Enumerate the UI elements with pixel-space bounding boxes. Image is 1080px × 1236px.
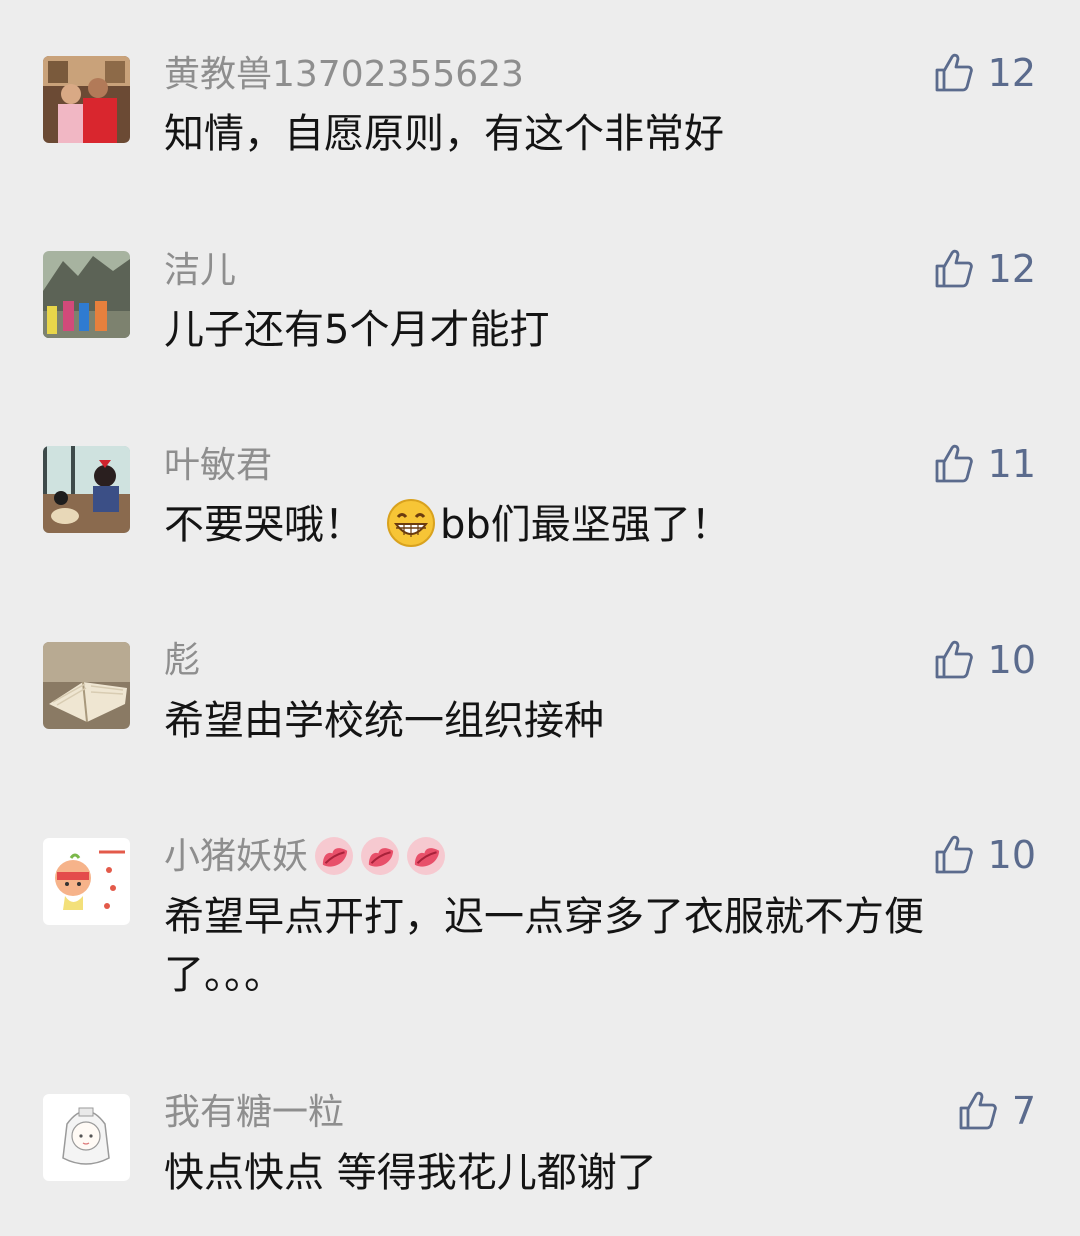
grinning-face-icon xyxy=(386,498,436,563)
comment-text: 快点快点 等得我花儿都谢了 xyxy=(164,1150,657,1196)
comment-text: 不要哭哦！ bb们最坚强了！ xyxy=(164,497,1024,563)
like-button[interactable]: 7 xyxy=(958,1089,1036,1133)
like-count: 12 xyxy=(987,247,1036,291)
thumbs-up-icon xyxy=(934,249,974,289)
like-button[interactable]: 12 xyxy=(934,247,1036,291)
like-button[interactable]: 10 xyxy=(934,638,1036,682)
thumbs-up-icon xyxy=(958,1091,998,1131)
thumbs-up-icon xyxy=(934,53,974,93)
username-text: 小猪妖妖 xyxy=(164,836,309,877)
avatar[interactable] xyxy=(43,642,130,729)
comment-text-part: bb们最坚强了！ xyxy=(440,502,731,548)
comment-text: 希望由学校统一组织接种 xyxy=(164,698,604,744)
username[interactable]: 叶敏君 xyxy=(164,446,272,486)
thumbs-up-icon xyxy=(934,640,974,680)
like-count: 7 xyxy=(1011,1089,1036,1133)
like-button[interactable]: 11 xyxy=(934,442,1036,486)
comment-text-part: 不要哭哦！ xyxy=(164,502,364,548)
avatar[interactable] xyxy=(43,56,130,143)
username[interactable]: 彪 xyxy=(164,641,200,681)
username[interactable]: 黄教兽13702355623 xyxy=(164,55,524,95)
like-button[interactable]: 10 xyxy=(934,833,1036,877)
thumbs-up-icon xyxy=(934,444,974,484)
username[interactable]: 洁儿 xyxy=(164,251,236,291)
username[interactable]: 我有糖一粒 xyxy=(164,1093,344,1133)
avatar[interactable] xyxy=(43,838,130,925)
comment-text: 希望早点开打，迟一点穿多了衣服就不方便了。。。 xyxy=(164,894,924,998)
like-count: 12 xyxy=(987,51,1036,95)
like-count: 10 xyxy=(987,833,1036,877)
avatar[interactable] xyxy=(43,1094,130,1181)
kiss-lips-icon xyxy=(314,836,354,876)
kiss-lips-icon xyxy=(360,836,400,876)
avatar[interactable] xyxy=(43,251,130,338)
like-count: 10 xyxy=(987,638,1036,682)
like-button[interactable]: 12 xyxy=(934,51,1036,95)
comment-text: 儿子还有5个月才能打 xyxy=(164,307,550,353)
avatar[interactable] xyxy=(43,446,130,533)
username[interactable]: 小猪妖妖 xyxy=(164,836,446,877)
kiss-lips-icon xyxy=(406,836,446,876)
like-count: 11 xyxy=(987,442,1036,486)
comment-text: 知情，自愿原则，有这个非常好 xyxy=(164,111,724,157)
thumbs-up-icon xyxy=(934,835,974,875)
